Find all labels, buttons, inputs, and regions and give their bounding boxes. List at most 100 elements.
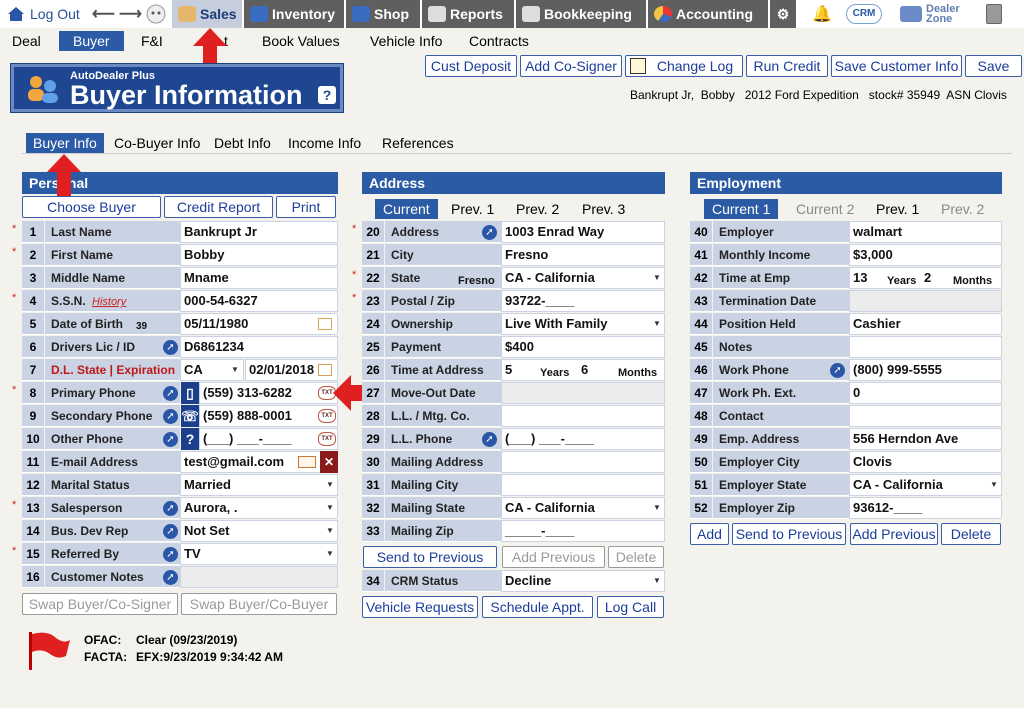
time-at-employment[interactable]: 13 Years 2 Months — [849, 267, 1002, 289]
chevron-down-icon[interactable]: ▼ — [650, 268, 664, 288]
field-value[interactable]: (800) 999-5555 — [849, 359, 1002, 381]
user-avatar-icon[interactable] — [146, 0, 166, 28]
field-value[interactable]: 1003 Enrad Way — [501, 221, 665, 243]
chevron-down-icon[interactable]: ▼ — [650, 314, 664, 334]
address-tab[interactable]: Current — [375, 199, 438, 219]
gear-icon[interactable]: ⚙ — [770, 0, 796, 28]
arrow-link-icon[interactable]: ➚ — [163, 409, 178, 424]
employment-delete-button[interactable]: Delete — [941, 523, 1001, 545]
field-value[interactable]: Bobby — [180, 244, 338, 266]
field-value[interactable]: (___) ___-____ — [501, 428, 665, 450]
nav-accounting[interactable]: Accounting — [648, 0, 768, 28]
nav-inventory[interactable]: Inventory — [244, 0, 344, 28]
chevron-down-icon[interactable]: ▼ — [650, 498, 664, 518]
save-button[interactable]: Save — [965, 55, 1022, 77]
field-value[interactable]: CA - California ▼ — [501, 267, 665, 289]
field-value[interactable]: Bankrupt Jr — [180, 221, 338, 243]
arrow-link-icon[interactable]: ➚ — [163, 547, 178, 562]
subnav-deal[interactable]: Deal — [12, 31, 41, 51]
calculator-icon[interactable] — [986, 0, 1002, 28]
chevron-down-icon[interactable]: ▼ — [323, 521, 337, 541]
subnav-buyer[interactable]: Buyer — [59, 31, 124, 51]
employment-tab[interactable]: Prev. 1 — [876, 199, 919, 219]
calendar-icon[interactable] — [318, 364, 332, 376]
arrow-link-icon[interactable]: ➚ — [482, 225, 497, 240]
chevron-down-icon[interactable]: ▼ — [650, 571, 664, 591]
nav-bookkeeping[interactable]: Bookkeeping — [516, 0, 646, 28]
clear-email-icon[interactable]: ✕ — [320, 451, 338, 473]
arrow-link-icon[interactable]: ➚ — [163, 386, 178, 401]
credit-report-button[interactable]: Credit Report — [164, 196, 273, 218]
employment-add-previous-button[interactable]: Add Previous — [850, 523, 938, 545]
forward-arrow-icon[interactable]: ⟶ — [119, 4, 142, 24]
field-value[interactable]: Married ▼ — [180, 474, 338, 496]
crm-status-select[interactable]: Decline ▼ — [501, 570, 665, 592]
print-button[interactable]: Print — [276, 196, 336, 218]
nav-sales[interactable]: Sales — [172, 0, 242, 28]
subnav-contracts[interactable]: Contracts — [469, 31, 529, 51]
employment-tab[interactable]: Current 1 — [704, 199, 779, 219]
tab-debt-info[interactable]: Debt Info — [214, 133, 271, 153]
arrow-link-icon[interactable]: ➚ — [482, 432, 497, 447]
save-customer-info-button[interactable]: Save Customer Info — [831, 55, 962, 77]
chevron-down-icon[interactable]: ▼ — [323, 475, 337, 495]
field-value[interactable]: Fresno — [501, 244, 665, 266]
field-value[interactable]: _____-____ — [501, 520, 665, 542]
field-value[interactable]: walmart — [849, 221, 1002, 243]
field-value[interactable]: $3,000 — [849, 244, 1002, 266]
field-value[interactable]: Aurora, . ▼ — [180, 497, 338, 519]
field-value[interactable]: TV ▼ — [180, 543, 338, 565]
field-value[interactable]: Cashier — [849, 313, 1002, 335]
field-value[interactable]: Mname — [180, 267, 338, 289]
employment-tab[interactable]: Prev. 2 — [941, 199, 984, 219]
nav-reports[interactable]: Reports — [422, 0, 514, 28]
employment-tab[interactable]: Current 2 — [796, 199, 854, 219]
address-tab[interactable]: Prev. 2 — [516, 199, 559, 219]
address-add-previous-button[interactable]: Add Previous — [502, 546, 605, 568]
history-link[interactable]: History — [92, 296, 126, 308]
field-value[interactable] — [849, 336, 1002, 358]
employment-add-button[interactable]: Add — [690, 523, 729, 545]
subnav-book-values[interactable]: Book Values — [262, 31, 340, 51]
arrow-link-icon[interactable]: ➚ — [163, 570, 178, 585]
field-value[interactable]: Live With Family ▼ — [501, 313, 665, 335]
field-value[interactable]: CA - California ▼ — [501, 497, 665, 519]
field-value[interactable]: D6861234 — [180, 336, 338, 358]
chevron-down-icon[interactable]: ▼ — [228, 360, 242, 380]
subnav-vehicle-info[interactable]: Vehicle Info — [370, 31, 442, 51]
address-tab[interactable]: Prev. 1 — [451, 199, 494, 219]
tab-references[interactable]: References — [382, 133, 454, 153]
swap-buyer-cobuyer-button[interactable]: Swap Buyer/Co-Buyer — [181, 593, 337, 615]
cust-deposit-button[interactable]: Cust Deposit — [425, 55, 517, 77]
nav-shop[interactable]: Shop — [346, 0, 420, 28]
field-value[interactable]: CA - California ▼ — [849, 474, 1002, 496]
chevron-down-icon[interactable]: ▼ — [987, 475, 1001, 495]
field-value[interactable]: 93722-____ — [501, 290, 665, 312]
address-send-to-previous-button[interactable]: Send to Previous — [363, 546, 497, 568]
employment-send-to-previous-button[interactable]: Send to Previous — [732, 523, 846, 545]
choose-buyer-button[interactable]: Choose Buyer — [22, 196, 161, 218]
field-value[interactable] — [501, 451, 665, 473]
log-call-button[interactable]: Log Call — [597, 596, 664, 618]
field-value[interactable]: $400 — [501, 336, 665, 358]
help-icon[interactable]: ? — [318, 86, 336, 104]
field-value[interactable]: Not Set ▼ — [180, 520, 338, 542]
arrow-link-icon[interactable]: ➚ — [830, 363, 845, 378]
arrow-link-icon[interactable]: ➚ — [163, 501, 178, 516]
text-message-icon[interactable]: TXT — [318, 409, 336, 423]
vehicle-requests-button[interactable]: Vehicle Requests — [362, 596, 478, 618]
field-value[interactable] — [501, 382, 665, 404]
change-log-button[interactable]: Change Log — [625, 55, 743, 77]
field-value[interactable] — [501, 474, 665, 496]
arrow-link-icon[interactable]: ➚ — [163, 524, 178, 539]
subnav-fi[interactable]: F&I — [141, 31, 163, 51]
field-value[interactable] — [501, 405, 665, 427]
field-value[interactable]: 05/11/1980 — [180, 313, 338, 335]
text-message-icon[interactable]: TXT — [318, 432, 336, 446]
field-value[interactable]: 000-54-6327 — [180, 290, 338, 312]
swap-buyer-cosigner-button[interactable]: Swap Buyer/Co-Signer — [22, 593, 178, 615]
add-cosigner-button[interactable]: Add Co-Signer — [520, 55, 622, 77]
tab-buyer-info[interactable]: Buyer Info — [26, 133, 104, 153]
tab-income-info[interactable]: Income Info — [288, 133, 361, 153]
field-value[interactable]: Clovis — [849, 451, 1002, 473]
